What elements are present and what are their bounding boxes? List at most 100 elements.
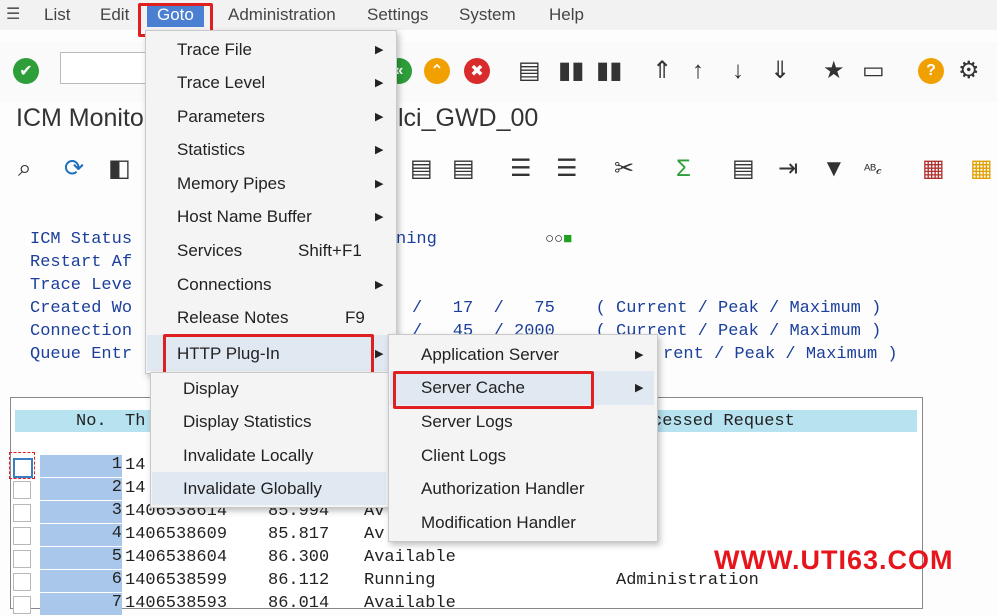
col-header-request[interactable]: cessed Request bbox=[652, 412, 795, 431]
cancel-icon[interactable]: ✖ bbox=[464, 58, 490, 84]
submenu-arrow-icon: ▶ bbox=[635, 349, 644, 361]
status-lights-icon: ○○■ bbox=[545, 230, 573, 247]
goto-item-connections[interactable]: Connections bbox=[177, 275, 272, 295]
cache-item-invalidate-globally[interactable]: Invalidate Globally bbox=[183, 479, 322, 499]
first-page-icon[interactable]: ⇑ bbox=[652, 58, 672, 84]
next-page-icon[interactable]: ↓ bbox=[732, 58, 744, 84]
row-thread-id: 1406538609 bbox=[125, 525, 228, 544]
layout-grid-icon[interactable]: ▦ bbox=[922, 156, 945, 182]
refresh-icon[interactable]: ⟳ bbox=[64, 156, 84, 182]
sum-icon[interactable]: Σ bbox=[676, 156, 691, 182]
row-focus-marker bbox=[9, 452, 35, 479]
info-label-created-workers: Created Wo bbox=[30, 299, 133, 318]
col-header-no[interactable]: No. bbox=[76, 412, 107, 431]
subtotal-icon[interactable]: ▤ bbox=[732, 156, 755, 182]
help-icon[interactable]: ? bbox=[918, 58, 944, 84]
submenu-arrow-icon: ▶ bbox=[375, 279, 384, 291]
plugin-item-server-logs[interactable]: Server Logs bbox=[421, 412, 513, 432]
info-label-connections: Connection bbox=[30, 322, 133, 341]
shortcut-icon[interactable]: ▭ bbox=[862, 58, 885, 84]
row-number: 7 bbox=[40, 593, 122, 615]
menu-help[interactable]: Help bbox=[549, 5, 584, 25]
goto-item-host-name-buffer[interactable]: Host Name Buffer bbox=[177, 207, 312, 227]
sap-menu-icon[interactable]: ☰ bbox=[6, 4, 20, 24]
cache-item-display[interactable]: Display bbox=[183, 379, 239, 399]
submenu-arrow-icon: ▶ bbox=[375, 44, 384, 56]
submenu-arrow-icon: ▶ bbox=[635, 382, 644, 394]
page-title: ICM Monito bbox=[16, 104, 144, 132]
row-time: 85.817 bbox=[268, 525, 330, 544]
queue-entries-value: rent / Peak / Maximum ) bbox=[663, 345, 898, 364]
find-next-icon[interactable]: ▮▮ bbox=[596, 58, 622, 84]
menu-edit[interactable]: Edit bbox=[100, 5, 129, 25]
goto-item-trace-file[interactable]: Trace File bbox=[177, 40, 252, 60]
menu-settings[interactable]: Settings bbox=[367, 5, 428, 25]
sort-descending-icon[interactable]: ☰ bbox=[556, 156, 578, 182]
row-thread-id: 1406538593 bbox=[125, 594, 228, 613]
abc-analysis-icon[interactable]: ᴬᴮ𝒸 bbox=[864, 156, 882, 182]
filter-icon[interactable]: ▼ bbox=[822, 156, 846, 182]
watermark-text: WWW.UTI63.COM bbox=[714, 545, 954, 575]
release-notes-shortcut: F9 bbox=[345, 308, 365, 327]
row-status: Running bbox=[364, 571, 436, 590]
menu-administration[interactable]: Administration bbox=[228, 5, 336, 25]
info-label-icm-status: ICM Status bbox=[30, 230, 133, 249]
enter-check-icon[interactable]: ✔ bbox=[13, 58, 39, 84]
plugin-item-application-server[interactable]: Application Server bbox=[421, 345, 559, 365]
created-workers-value: / 17 / 75 ( Current / Peak / Maximum ) bbox=[412, 299, 882, 318]
server-cache-highlight-box bbox=[393, 371, 594, 409]
row-time: 86.300 bbox=[268, 548, 330, 567]
row-select-checkbox[interactable] bbox=[13, 550, 31, 568]
goto-item-statistics[interactable]: Statistics bbox=[177, 140, 245, 160]
goto-item-parameters[interactable]: Parameters bbox=[177, 107, 265, 127]
table-row[interactable]: 7 1406538593 86.014 Available bbox=[0, 593, 920, 616]
plugin-item-authorization-handler[interactable]: Authorization Handler bbox=[421, 479, 584, 499]
choose-detail-icon[interactable]: ▤ bbox=[410, 156, 433, 182]
row-status: Available bbox=[364, 548, 456, 567]
row-number: 4 bbox=[40, 524, 122, 546]
row-thread-id: 1406538599 bbox=[125, 571, 228, 590]
services-shortcut: Shift+F1 bbox=[298, 241, 362, 260]
submenu-arrow-icon: ▶ bbox=[375, 348, 384, 360]
cache-item-display-statistics[interactable]: Display Statistics bbox=[183, 412, 311, 432]
row-thread-id: 1406538604 bbox=[125, 548, 228, 567]
col-header-thread[interactable]: Th bbox=[125, 412, 145, 431]
last-page-icon[interactable]: ⇓ bbox=[770, 58, 790, 84]
find-icon[interactable]: ▮▮ bbox=[558, 58, 584, 84]
cache-item-invalidate-locally[interactable]: Invalidate Locally bbox=[183, 446, 313, 466]
layout-change-icon[interactable]: ▦ bbox=[970, 156, 993, 182]
plugin-item-modification-handler[interactable]: Modification Handler bbox=[421, 513, 576, 533]
icm-status-value: ning bbox=[396, 230, 437, 249]
previous-page-icon[interactable]: ↑ bbox=[692, 58, 704, 84]
http-plugin-menu bbox=[388, 334, 658, 542]
menu-list[interactable]: List bbox=[44, 5, 70, 25]
select-icon[interactable]: ◧ bbox=[108, 156, 131, 182]
row-select-checkbox[interactable] bbox=[13, 596, 31, 614]
row-select-checkbox[interactable] bbox=[13, 573, 31, 591]
plugin-item-client-logs[interactable]: Client Logs bbox=[421, 446, 506, 466]
settings-gear-icon[interactable]: ⚙ bbox=[958, 58, 980, 84]
export-icon[interactable]: ⇥ bbox=[778, 156, 798, 182]
exit-icon[interactable]: ⌃ bbox=[424, 58, 450, 84]
row-thread-id: 14 bbox=[125, 479, 146, 498]
sort-ascending-icon[interactable]: ☰ bbox=[510, 156, 532, 182]
row-select-checkbox[interactable] bbox=[13, 504, 31, 522]
goto-item-release-notes[interactable]: Release Notes bbox=[177, 308, 289, 328]
choose-icon[interactable]: ▤ bbox=[452, 156, 475, 182]
row-select-checkbox[interactable] bbox=[13, 527, 31, 545]
info-label-queue-entries: Queue Entr bbox=[30, 345, 133, 364]
row-select-checkbox[interactable] bbox=[13, 481, 31, 499]
print-icon[interactable]: ▤ bbox=[518, 58, 541, 84]
create-session-icon[interactable]: ★ bbox=[823, 58, 845, 84]
submenu-arrow-icon: ▶ bbox=[375, 111, 384, 123]
submenu-arrow-icon: ▶ bbox=[375, 211, 384, 223]
goto-item-memory-pipes[interactable]: Memory Pipes bbox=[177, 174, 286, 194]
filter-scissors-icon[interactable]: ✂ bbox=[614, 156, 634, 182]
goto-item-trace-level[interactable]: Trace Level bbox=[177, 73, 265, 93]
row-status: Available bbox=[364, 594, 456, 613]
row-time: 86.014 bbox=[268, 594, 330, 613]
row-status: Av bbox=[364, 525, 385, 544]
detail-icon[interactable]: ⌕ bbox=[18, 156, 31, 182]
menu-system[interactable]: System bbox=[459, 5, 516, 25]
goto-item-services[interactable]: Services bbox=[177, 241, 242, 261]
